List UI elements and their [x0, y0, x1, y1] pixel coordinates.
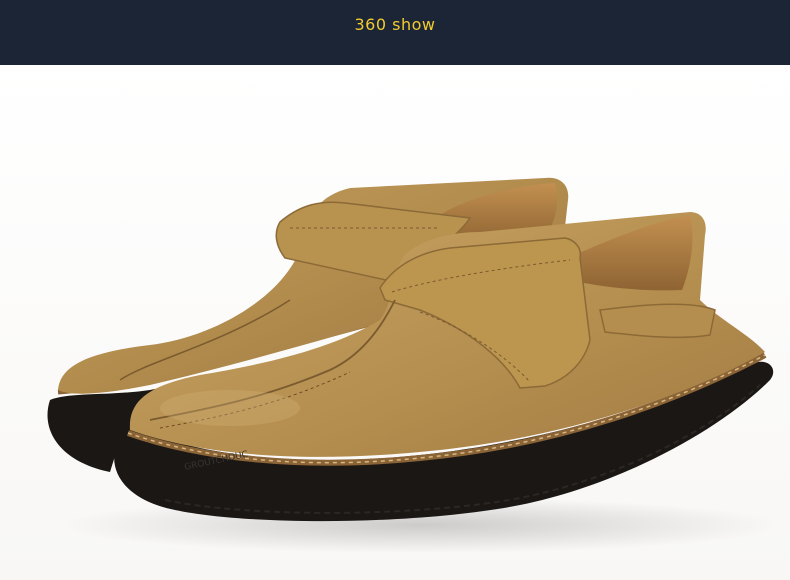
header-banner: 360 show [0, 0, 790, 65]
front-shoe-heel-tab [599, 303, 716, 339]
product-photo: GROUTCHOUC [0, 65, 790, 580]
banner-title: 360 show [354, 15, 436, 34]
product-page: 360 show GROUTCHOUC [0, 0, 790, 580]
shoe-pair-illustration: GROUTCHOUC [47, 177, 780, 553]
